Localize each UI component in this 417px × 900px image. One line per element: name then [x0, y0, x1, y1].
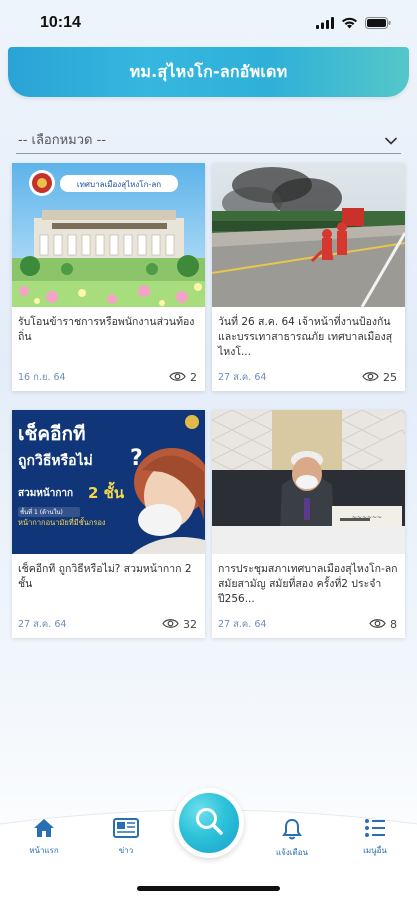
news-card-footer: 16 ก.ย. 64 2: [18, 370, 197, 385]
nav-home-label: หน้าแรก: [29, 846, 59, 855]
card-image-caption: เทศบาลเมืองสุไหงโก-ลก: [77, 179, 161, 189]
eye-icon: [162, 618, 179, 632]
header-banner: ทม.สุไหงโก-ลกอัพเดท: [8, 47, 409, 97]
view-count-value: 2: [190, 371, 197, 384]
news-card-date: 27 ส.ค. 64: [218, 619, 267, 630]
nav-more-menu[interactable]: เมนูอื่น: [345, 818, 405, 857]
nav-news[interactable]: ข่าว: [96, 818, 156, 857]
news-card[interactable]: วันที่ 26 ส.ค. 64 เจ้าหน้าที่งานป้องกันแ…: [212, 163, 405, 391]
image-note-2: หน้ากากอนามัยที่มีชั้นกรอง: [18, 517, 106, 527]
news-card-title: รับโอนข้าราชการหรือพนักงานส่วนท้องถิ่น: [18, 316, 195, 343]
chevron-down-icon: [385, 130, 397, 149]
view-count: 2: [169, 371, 197, 385]
nav-home[interactable]: หน้าแรก: [14, 818, 74, 857]
news-card-image: [212, 163, 405, 307]
news-card-date: 27 ส.ค. 64: [18, 619, 67, 630]
news-card-title: เช็คอีกที ถูกวิธีหรือไม่? สวมหน้ากาก 2 ช…: [18, 563, 192, 590]
news-card[interactable]: เทศบาลเมืองสุไหงโก-ลก รับโอนข้าราชการหรื…: [12, 163, 205, 391]
status-bar: 10:14: [0, 0, 417, 46]
image-headline-2: ถูกวิธีหรือไม่: [18, 451, 93, 469]
nav-notifications-label: แจ้งเตือน: [276, 848, 308, 857]
image-subline: สวมหน้ากาก: [18, 487, 73, 499]
nav-news-label: ข่าว: [118, 846, 134, 855]
news-card-image: เช็คอีกที ถูกวิธีหรือไม่ ? สวมหน้ากาก 2 …: [12, 410, 205, 554]
bell-icon: [282, 818, 302, 844]
nav-notifications[interactable]: แจ้งเตือน: [262, 818, 322, 859]
view-count: 32: [162, 618, 197, 632]
home-icon: [33, 818, 55, 842]
view-count-value: 25: [383, 371, 397, 384]
eye-icon: [369, 618, 386, 632]
home-indicator: [137, 886, 280, 891]
news-card-footer: 27 ส.ค. 64 25: [218, 370, 397, 385]
image-highlight: 2 ชั้น: [88, 481, 125, 502]
news-card-image: เทศบาลเมืองสุไหงโก-ลก: [12, 163, 205, 307]
eye-icon: [169, 371, 186, 385]
wifi-icon: [341, 14, 358, 33]
news-card[interactable]: เช็คอีกที ถูกวิธีหรือไม่ ? สวมหน้ากาก 2 …: [12, 410, 205, 638]
app-title: ทม.สุไหงโก-ลกอัพเดท: [129, 61, 288, 81]
category-dropdown-value: -- เลือกหมวด --: [18, 133, 106, 148]
eye-icon: [362, 371, 379, 385]
news-card-footer: 27 ส.ค. 64 32: [18, 617, 197, 632]
news-card-date: 16 ก.ย. 64: [18, 372, 66, 383]
status-icons: [316, 14, 391, 33]
news-card-footer: 27 ส.ค. 64 8: [218, 617, 397, 632]
battery-icon: [365, 14, 391, 33]
news-card-image: ~~~~~~: [212, 410, 405, 554]
view-count: 25: [362, 371, 397, 385]
image-headline-1: เช็คอีกที: [18, 421, 86, 445]
search-button-inner: [179, 793, 239, 853]
menu-list-icon: [364, 818, 386, 842]
category-dropdown[interactable]: -- เลือกหมวด --: [16, 128, 401, 154]
nav-more-menu-label: เมนูอื่น: [363, 846, 387, 855]
view-count-value: 32: [183, 618, 197, 631]
news-card-date: 27 ส.ค. 64: [218, 372, 267, 383]
signal-icon: [316, 14, 334, 33]
view-count-value: 8: [390, 618, 397, 631]
news-card[interactable]: ~~~~~~ การประชุมสภาเทศบาลเมืองสุไหงโก-ลก…: [212, 410, 405, 638]
view-count: 8: [369, 618, 397, 632]
status-time: 10:14: [40, 14, 81, 31]
news-card-title: การประชุมสภาเทศบาลเมืองสุไหงโก-ลก สมัยสา…: [218, 563, 398, 605]
news-card-title: วันที่ 26 ส.ค. 64 เจ้าหน้าที่งานป้องกันแ…: [218, 316, 393, 358]
search-button[interactable]: [174, 788, 244, 858]
search-icon: [194, 806, 224, 840]
news-icon: [113, 818, 139, 842]
